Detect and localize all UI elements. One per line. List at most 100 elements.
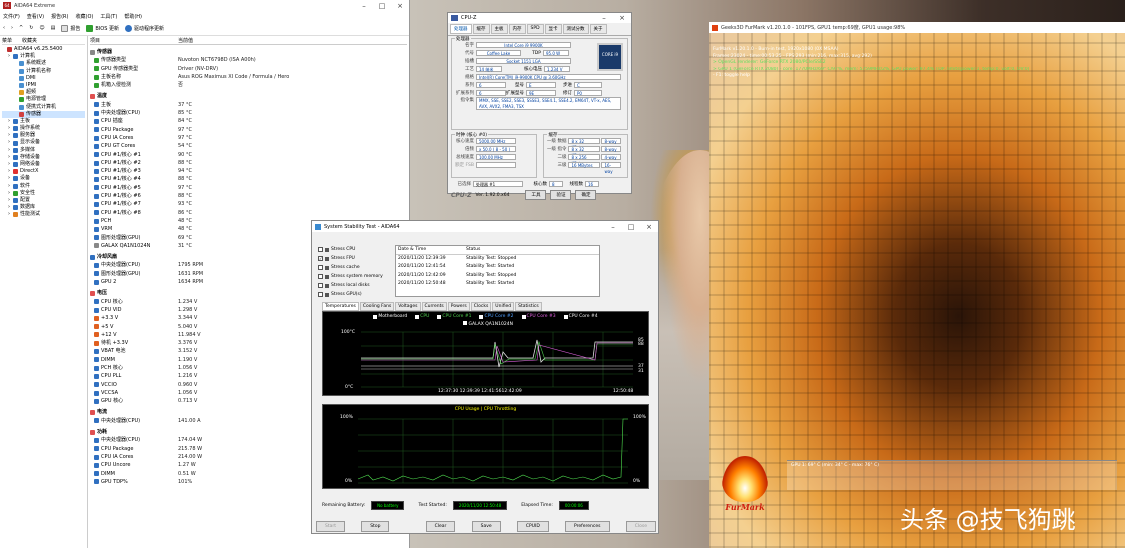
expander-icon[interactable]: › bbox=[8, 204, 11, 211]
forward-icon[interactable]: › bbox=[11, 25, 13, 31]
sensor-row[interactable]: 主板 37 °C bbox=[90, 101, 407, 109]
checkbox[interactable] bbox=[318, 292, 323, 297]
checkbox[interactable] bbox=[318, 283, 323, 288]
list-column-header[interactable]: 项目 bbox=[90, 37, 178, 44]
stability-cpuid-button[interactable]: CPUID bbox=[516, 521, 549, 532]
expander-icon[interactable]: › bbox=[8, 211, 11, 218]
tree-item[interactable]: › 多媒体 bbox=[2, 147, 85, 154]
tree-item[interactable]: › 软件 bbox=[2, 183, 85, 190]
chart-icon[interactable]: ▤ bbox=[51, 25, 56, 31]
tree-item[interactable]: 便携式计算机 bbox=[2, 104, 85, 111]
cpuz-validate-button[interactable]: 验证 bbox=[550, 190, 572, 200]
cpuz-ok-button[interactable]: 确定 bbox=[575, 190, 597, 200]
minimize-button[interactable]: – bbox=[355, 2, 373, 10]
tree-item[interactable]: › 存储设备 bbox=[2, 154, 85, 161]
sensor-row[interactable]: CPU 插座 84 °C bbox=[90, 117, 407, 125]
sensor-row[interactable]: CPU #1/核心 #2 88 °C bbox=[90, 159, 407, 167]
tree-item[interactable]: › 服务器 bbox=[2, 132, 85, 139]
expander-icon[interactable]: › bbox=[8, 118, 11, 125]
stability-tab[interactable]: Cooling Fans bbox=[359, 302, 395, 311]
menu-item[interactable]: 查看(V) bbox=[27, 13, 44, 20]
sensor-row[interactable]: CPU GT Cores 54 °C bbox=[90, 142, 407, 150]
back-icon[interactable]: ‹ bbox=[3, 25, 5, 31]
log-row[interactable]: 2020/11/20 12:39:39 Stability Test: Stopp… bbox=[396, 255, 599, 264]
checkbox[interactable] bbox=[318, 247, 323, 252]
tree-header-tab[interactable]: 菜单 bbox=[2, 37, 12, 44]
expander-icon[interactable]: › bbox=[8, 53, 11, 60]
tree-item[interactable]: › 主板 bbox=[2, 118, 85, 125]
tree-item[interactable]: AIDA64 v6.25.5400 bbox=[2, 46, 85, 53]
menu-item[interactable]: 报告(R) bbox=[51, 13, 68, 20]
sst-maximize-button[interactable]: □ bbox=[622, 223, 640, 231]
sensor-row[interactable]: GPU 传感器类型 Driver (NV-DRV) bbox=[90, 65, 407, 73]
checkbox[interactable] bbox=[318, 265, 323, 270]
expander-icon[interactable]: › bbox=[8, 154, 11, 161]
cpuz-minimize-button[interactable]: – bbox=[595, 14, 613, 22]
log-column-header[interactable]: Status bbox=[466, 246, 480, 254]
tree-item[interactable]: DMI bbox=[2, 75, 85, 82]
list-column-header[interactable]: 当前值 bbox=[178, 37, 193, 44]
tree-item[interactable]: › 性能测试 bbox=[2, 211, 85, 218]
cpuz-tab[interactable]: 显卡 bbox=[544, 24, 562, 34]
log-row[interactable]: 2020/11/20 12:50:48 Stability Test: Start… bbox=[396, 280, 599, 289]
expander-icon[interactable]: › bbox=[8, 161, 11, 168]
refresh-icon[interactable]: ↻ bbox=[29, 25, 33, 31]
tree-header-tab[interactable]: 收藏夹 bbox=[22, 37, 37, 44]
checkbox[interactable] bbox=[318, 274, 323, 279]
stability-tab[interactable]: Voltages bbox=[395, 302, 421, 311]
log-row[interactable]: 2020/11/20 12:41:54 Stability Test: Start… bbox=[396, 263, 599, 272]
cpuz-tab[interactable]: 测试分数 bbox=[562, 24, 589, 34]
log-column-header[interactable]: Date & Time bbox=[398, 246, 466, 254]
sensor-row[interactable]: CPU #1/核心 #8 86 °C bbox=[90, 209, 407, 217]
sensor-row[interactable]: 主板名称 Asus ROG Maximus XI Code / Formula /… bbox=[90, 73, 407, 81]
driver-update-button[interactable]: 驱动程序更新 bbox=[124, 24, 164, 32]
tree-item[interactable]: › 设备 bbox=[2, 175, 85, 182]
cpuz-tab[interactable]: 关于 bbox=[589, 24, 607, 34]
sensor-section[interactable]: 温度 bbox=[90, 92, 407, 100]
sensor-section[interactable]: 传感器 bbox=[90, 48, 407, 56]
expander-icon[interactable]: › bbox=[8, 175, 11, 182]
menu-item[interactable]: 帮助(H) bbox=[124, 13, 142, 20]
bios-update-button[interactable]: BIOS 更新 bbox=[86, 24, 119, 32]
close-button[interactable]: × bbox=[391, 2, 409, 10]
stress-option[interactable]: Stress GPU(s) bbox=[318, 290, 396, 299]
maximize-button[interactable]: □ bbox=[373, 2, 391, 10]
tree-item[interactable]: 电源管理 bbox=[2, 96, 85, 103]
tree-item[interactable]: 计算机名称 bbox=[2, 68, 85, 75]
sensor-row[interactable]: CPU IA Cores 97 °C bbox=[90, 134, 407, 142]
tree-item[interactable]: › 数据库 bbox=[2, 204, 85, 211]
sensor-row[interactable]: CPU #1/核心 #1 90 °C bbox=[90, 151, 407, 159]
stability-save-button[interactable]: Save bbox=[471, 521, 501, 532]
expander-icon[interactable]: › bbox=[8, 183, 11, 190]
sensor-row[interactable]: CPU #1/核心 #4 88 °C bbox=[90, 175, 407, 183]
tree-item[interactable]: › 操作系统 bbox=[2, 125, 85, 132]
expander-icon[interactable]: › bbox=[8, 190, 11, 197]
stability-tab[interactable]: Powers bbox=[447, 302, 470, 311]
tree-item[interactable]: › DirectX bbox=[2, 168, 85, 175]
sst-minimize-button[interactable]: – bbox=[604, 223, 622, 231]
menu-item[interactable]: 收藏(O) bbox=[76, 13, 94, 20]
sensor-row[interactable]: CPU Package 97 °C bbox=[90, 126, 407, 134]
stress-option[interactable]: Stress CPU bbox=[318, 245, 396, 254]
tree-item[interactable]: IPMI bbox=[2, 82, 85, 89]
expander-icon[interactable]: › bbox=[8, 132, 11, 139]
stability-tab[interactable]: Statistics bbox=[515, 302, 542, 311]
stability-clear-button[interactable]: Clear bbox=[425, 521, 456, 532]
cpuz-tools-button[interactable]: 工具 bbox=[525, 190, 547, 200]
tree-item[interactable]: 传感器 bbox=[2, 110, 85, 118]
stability-close-button[interactable]: Close bbox=[625, 521, 656, 532]
user-icon[interactable]: ☺ bbox=[39, 25, 44, 31]
expander-icon[interactable]: › bbox=[8, 168, 11, 175]
checkbox[interactable]: ✓ bbox=[318, 256, 323, 261]
stability-stop-button[interactable]: Stop bbox=[361, 521, 390, 532]
log-row[interactable]: 2020/11/20 12:42:09 Stability Test: Stopp… bbox=[396, 272, 599, 281]
stress-option[interactable]: Stress system memory bbox=[318, 272, 396, 281]
stability-tab[interactable]: Currents bbox=[421, 302, 447, 311]
sensor-row[interactable]: CPU #1/核心 #6 88 °C bbox=[90, 192, 407, 200]
cpuz-tab[interactable]: 缓存 bbox=[472, 24, 490, 34]
expander-icon[interactable]: › bbox=[8, 147, 11, 154]
stress-option[interactable]: Stress cache bbox=[318, 263, 396, 272]
tree-item[interactable]: › 安全性 bbox=[2, 190, 85, 197]
cpuz-tab[interactable]: 主板 bbox=[490, 24, 508, 34]
sensor-row[interactable]: CPU #1/核心 #3 94 °C bbox=[90, 167, 407, 175]
